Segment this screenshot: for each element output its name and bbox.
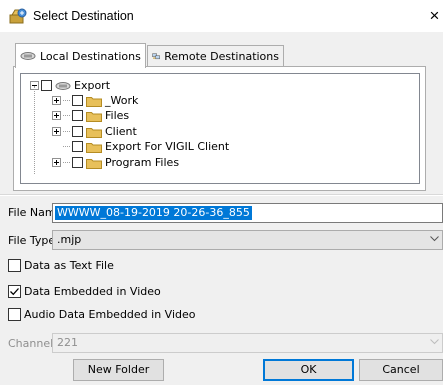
folder-icon bbox=[86, 111, 102, 122]
checkbox[interactable] bbox=[72, 110, 83, 121]
network-icon bbox=[152, 53, 160, 60]
chevron-down-icon bbox=[430, 236, 439, 242]
option-label: Data Embedded in Video bbox=[24, 284, 161, 298]
tree-item-label: Program Files bbox=[105, 156, 180, 169]
checkmark-icon bbox=[10, 287, 19, 295]
folder-icon bbox=[86, 127, 102, 138]
cancel-button[interactable]: Cancel bbox=[359, 359, 443, 381]
new-folder-button[interactable]: New Folder bbox=[73, 359, 164, 381]
checkbox[interactable] bbox=[72, 141, 83, 152]
tab-label: Local Destinations bbox=[40, 49, 141, 63]
drive-icon bbox=[55, 81, 71, 90]
option-label: Data as Text File bbox=[24, 258, 114, 272]
tree-item-work[interactable]: _Work bbox=[52, 93, 138, 108]
close-icon[interactable]: × bbox=[426, 4, 443, 28]
tree-item-label: _Work bbox=[105, 94, 139, 107]
tree-item-files[interactable]: Files bbox=[52, 108, 129, 123]
expand-icon[interactable] bbox=[52, 158, 61, 167]
tab-local-destinations[interactable]: Local Destinations bbox=[15, 43, 146, 68]
tree-item-export-for-vigil-client[interactable]: Export For VIGIL Client bbox=[52, 139, 229, 154]
tree-item-label: Export For VIGIL Client bbox=[105, 140, 230, 153]
folder-icon bbox=[86, 142, 102, 153]
tree-item-export[interactable]: Export bbox=[30, 78, 110, 93]
checkbox[interactable] bbox=[72, 126, 83, 137]
checkbox[interactable] bbox=[8, 284, 21, 298]
window-title: Select Destination bbox=[33, 9, 134, 23]
file-name-value: WWWW_08-19-2019 20-26-36_855 bbox=[55, 206, 252, 220]
destination-tree[interactable]: Export _Work Files Client Export For VIG… bbox=[20, 73, 420, 184]
data-embedded-in-video-option[interactable]: Data Embedded in Video bbox=[8, 284, 161, 298]
channel-select[interactable]: 221 bbox=[52, 333, 443, 353]
audio-data-embedded-option[interactable]: Audio Data Embedded in Video bbox=[8, 307, 196, 321]
expand-icon[interactable] bbox=[52, 111, 61, 120]
expand-icon[interactable] bbox=[52, 127, 61, 136]
file-type-value: .mjp bbox=[57, 233, 82, 246]
tree-item-label: Files bbox=[105, 109, 130, 122]
tab-label: Remote Destinations bbox=[164, 50, 279, 63]
select-destination-icon bbox=[9, 8, 27, 24]
tree-item-label: Export bbox=[74, 79, 111, 92]
chevron-down-icon bbox=[430, 339, 439, 345]
divider bbox=[0, 194, 443, 196]
option-label: Audio Data Embedded in Video bbox=[24, 307, 196, 321]
channel-label: Channel: bbox=[8, 337, 57, 350]
file-type-select[interactable]: .mjp bbox=[52, 230, 443, 250]
checkbox[interactable] bbox=[8, 258, 21, 272]
data-as-text-file-option[interactable]: Data as Text File bbox=[8, 258, 114, 272]
checkbox[interactable] bbox=[72, 95, 83, 106]
expand-icon[interactable] bbox=[52, 96, 61, 105]
channel-value: 221 bbox=[57, 336, 78, 349]
checkbox[interactable] bbox=[8, 307, 21, 321]
tab-remote-destinations[interactable]: Remote Destinations bbox=[147, 45, 284, 67]
folder-icon bbox=[86, 158, 102, 169]
local-drive-icon bbox=[20, 52, 36, 60]
file-name-input[interactable]: WWWW_08-19-2019 20-26-36_855 bbox=[52, 203, 443, 223]
checkbox[interactable] bbox=[41, 80, 52, 91]
folder-icon bbox=[86, 96, 102, 107]
tree-item-program-files[interactable]: Program Files bbox=[52, 155, 179, 170]
tree-item-label: Client bbox=[105, 125, 137, 138]
checkbox[interactable] bbox=[72, 157, 83, 168]
tree-item-client[interactable]: Client bbox=[52, 124, 137, 139]
title-bar: Select Destination × bbox=[0, 0, 443, 32]
ok-button[interactable]: OK bbox=[263, 359, 354, 381]
